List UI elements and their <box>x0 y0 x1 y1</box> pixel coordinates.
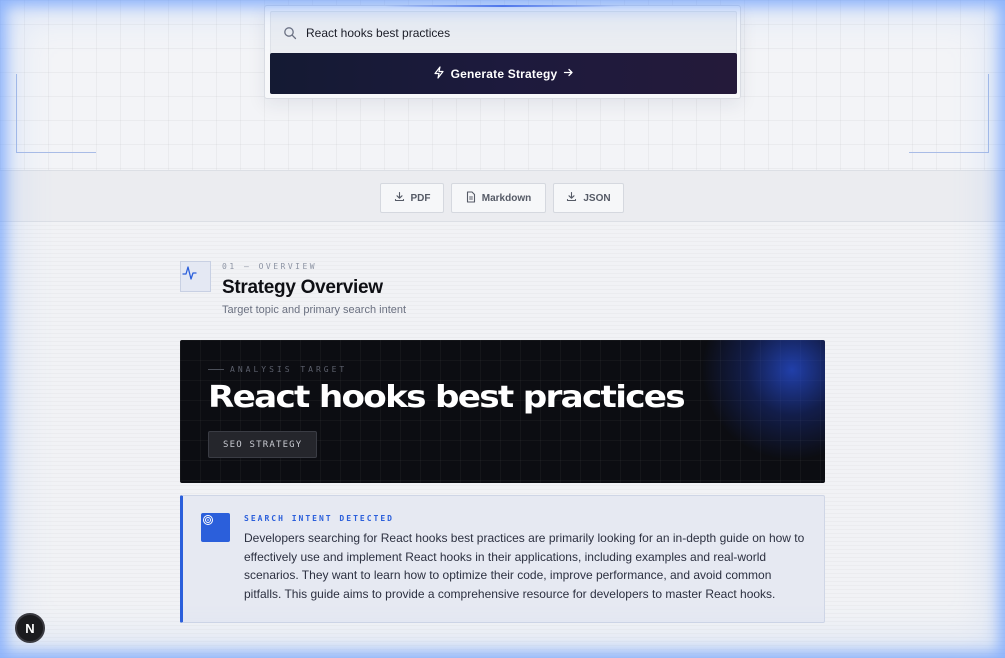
hero-eyebrow-label: ANALYSIS TARGET <box>230 365 348 374</box>
frame-corner-right <box>909 74 989 153</box>
lightning-icon <box>427 65 451 82</box>
export-pdf-button[interactable]: PDF <box>380 183 444 213</box>
search-icon <box>283 26 297 40</box>
export-bar: PDF Markdown JSON <box>0 170 1005 222</box>
document-icon <box>466 190 476 206</box>
hero-eyebrow: ANALYSIS TARGET <box>208 365 347 374</box>
export-markdown-button[interactable]: Markdown <box>451 183 546 213</box>
search-bar[interactable] <box>270 11 737 55</box>
arrow-right-icon <box>557 67 580 81</box>
intent-label: SEARCH INTENT DETECTED <box>244 514 394 523</box>
export-json-label: JSON <box>583 192 611 204</box>
download-icon <box>566 191 577 205</box>
search-input[interactable] <box>306 26 736 40</box>
generate-strategy-button[interactable]: Generate Strategy <box>270 53 737 94</box>
seo-strategy-badge: SEO STRATEGY <box>208 431 318 458</box>
search-card: Generate Strategy <box>264 5 741 99</box>
pulse-icon <box>180 261 211 292</box>
analysis-target-card: ANALYSIS TARGET React hooks best practic… <box>180 340 825 483</box>
export-markdown-label: Markdown <box>481 192 532 204</box>
generate-strategy-label: Generate Strategy <box>450 66 558 81</box>
eyebrow-line <box>208 369 224 370</box>
target-icon <box>201 513 230 542</box>
export-json-button[interactable]: JSON <box>553 183 624 213</box>
search-intent-card: SEARCH INTENT DETECTED Developers search… <box>180 495 825 623</box>
hero-title: React hooks best practices <box>208 380 686 415</box>
export-pdf-label: PDF <box>410 192 431 204</box>
download-icon <box>394 191 405 205</box>
frame-corner-left <box>16 74 96 153</box>
section-subtitle: Target topic and primary search intent <box>222 304 407 316</box>
intent-description: Developers searching for React hooks bes… <box>244 531 805 602</box>
section-title: Strategy Overview <box>222 277 383 298</box>
avatar[interactable]: N <box>15 613 45 643</box>
section-eyebrow: 01 — OVERVIEW <box>222 262 318 271</box>
